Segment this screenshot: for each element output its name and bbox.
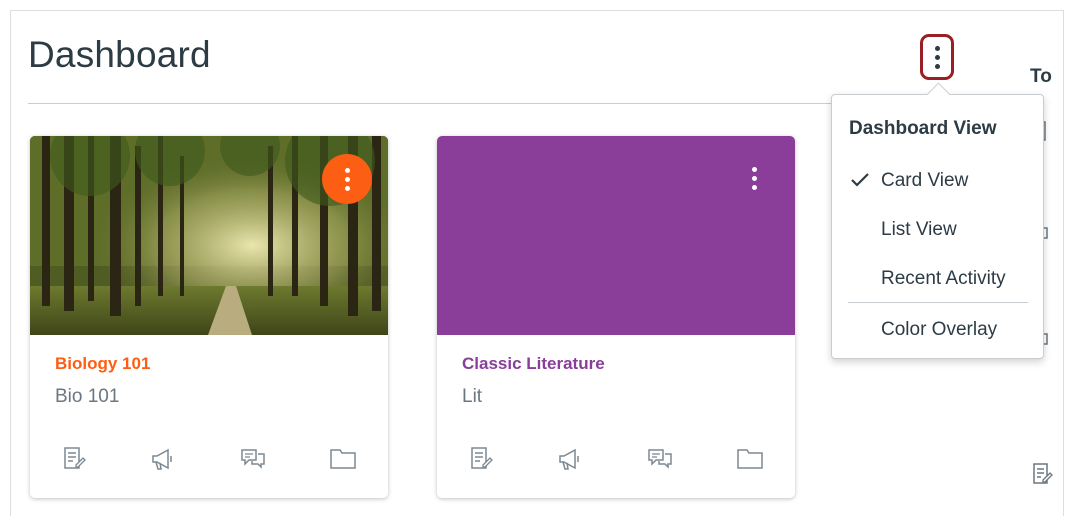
dashboard-view-menu: Dashboard View Card View List View Recen…	[831, 94, 1044, 359]
menu-item-color-overlay[interactable]: Color Overlay	[832, 309, 1043, 349]
course-card[interactable]: Classic Literature Lit	[437, 136, 795, 498]
menu-heading: Dashboard View	[849, 118, 997, 139]
menu-item-recent-activity[interactable]: Recent Activity	[832, 258, 1043, 298]
files-icon[interactable]	[736, 446, 764, 475]
course-code: Lit	[462, 386, 483, 407]
assignment-icon[interactable]	[1031, 462, 1053, 486]
menu-item-label: Card View	[881, 170, 969, 191]
checkmark-icon	[849, 169, 871, 197]
course-code: Bio 101	[55, 386, 120, 407]
announcements-icon[interactable]	[557, 446, 583, 477]
kebab-icon	[344, 167, 350, 191]
files-icon[interactable]	[329, 446, 357, 475]
card-options-button[interactable]	[322, 154, 372, 204]
card-options-button[interactable]	[742, 158, 766, 198]
discussions-icon[interactable]	[647, 446, 673, 477]
dashboard-options-button[interactable]	[920, 34, 954, 80]
menu-item-list-view[interactable]: List View	[832, 209, 1043, 249]
menu-divider	[848, 302, 1028, 303]
card-actions	[437, 446, 795, 478]
course-name[interactable]: Biology 101	[55, 354, 150, 374]
course-card[interactable]: Biology 101 Bio 101	[30, 136, 388, 498]
page-title: Dashboard	[28, 34, 211, 75]
assignments-icon[interactable]	[63, 446, 87, 477]
course-name[interactable]: Classic Literature	[462, 354, 605, 374]
kebab-icon	[934, 45, 940, 69]
kebab-icon	[751, 166, 757, 190]
menu-item-label: List View	[881, 219, 957, 240]
announcements-icon[interactable]	[150, 446, 176, 477]
card-actions	[30, 446, 388, 478]
menu-item-label: Recent Activity	[881, 268, 1006, 289]
todo-heading: To	[1030, 66, 1052, 87]
assignments-icon[interactable]	[470, 446, 494, 477]
menu-item-card-view[interactable]: Card View	[832, 160, 1043, 200]
menu-item-label: Color Overlay	[881, 319, 998, 340]
discussions-icon[interactable]	[240, 446, 266, 477]
